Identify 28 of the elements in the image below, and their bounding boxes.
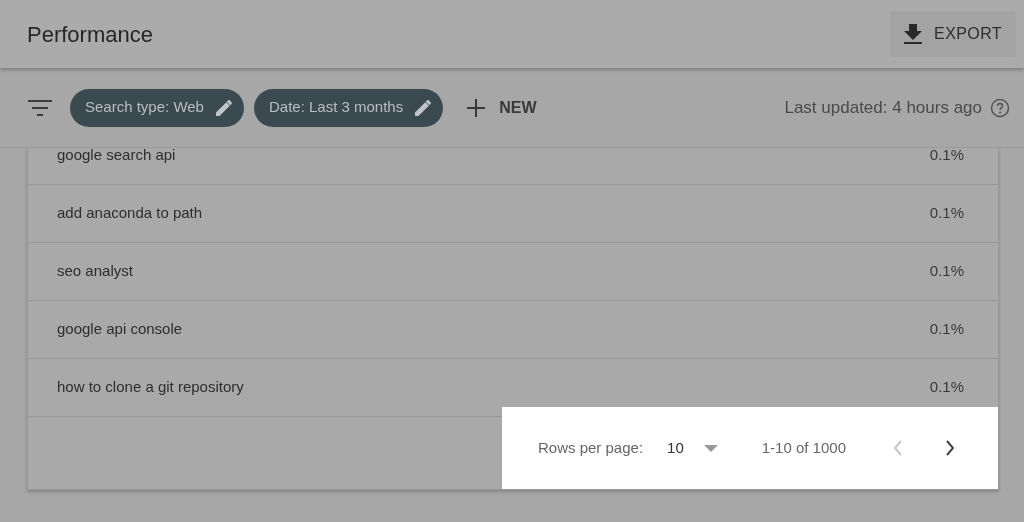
- percentage-cell-text: 0.1%: [929, 203, 964, 224]
- export-button[interactable]: EXPORT: [890, 11, 1016, 57]
- filter-icon[interactable]: [28, 99, 52, 116]
- new-filter-button[interactable]: NEW: [467, 95, 537, 120]
- rows-per-page-label: Rows per page:: [538, 437, 644, 458]
- pencil-icon: [415, 99, 432, 116]
- query-cell-text: google api console: [57, 319, 183, 340]
- filter-chip[interactable]: Search type: Web: [70, 88, 244, 127]
- rows-per-page-select[interactable]: 10: [667, 436, 718, 460]
- percentage-cell-text: 0.1%: [929, 377, 964, 398]
- filter-chip[interactable]: Date: Last 3 months: [253, 88, 444, 127]
- download-icon: [904, 24, 923, 44]
- query-cell-text: add anaconda to path: [57, 203, 203, 224]
- pencil-icon: [215, 99, 232, 116]
- page-title: Performance: [27, 20, 153, 49]
- percentage-cell-text: 0.1%: [929, 261, 964, 282]
- percentage-cell-text: 0.1%: [929, 148, 964, 166]
- page-range-text: 1-10 of 1000: [761, 437, 846, 458]
- query-cell-text: how to clone a git repository: [57, 377, 244, 398]
- chevron-left-icon: [893, 440, 903, 456]
- plus-icon: [467, 98, 486, 117]
- percentage-cell-text: 0.1%: [929, 319, 964, 340]
- query-cell-text: seo analyst: [57, 261, 133, 282]
- chevron-right-icon: [945, 440, 955, 456]
- last-updated-text: Last updated: 4 hours ago: [784, 96, 982, 119]
- caret-icon: [703, 444, 718, 452]
- help-icon[interactable]: [990, 97, 1010, 118]
- query-cell-text: google search api: [57, 148, 176, 166]
